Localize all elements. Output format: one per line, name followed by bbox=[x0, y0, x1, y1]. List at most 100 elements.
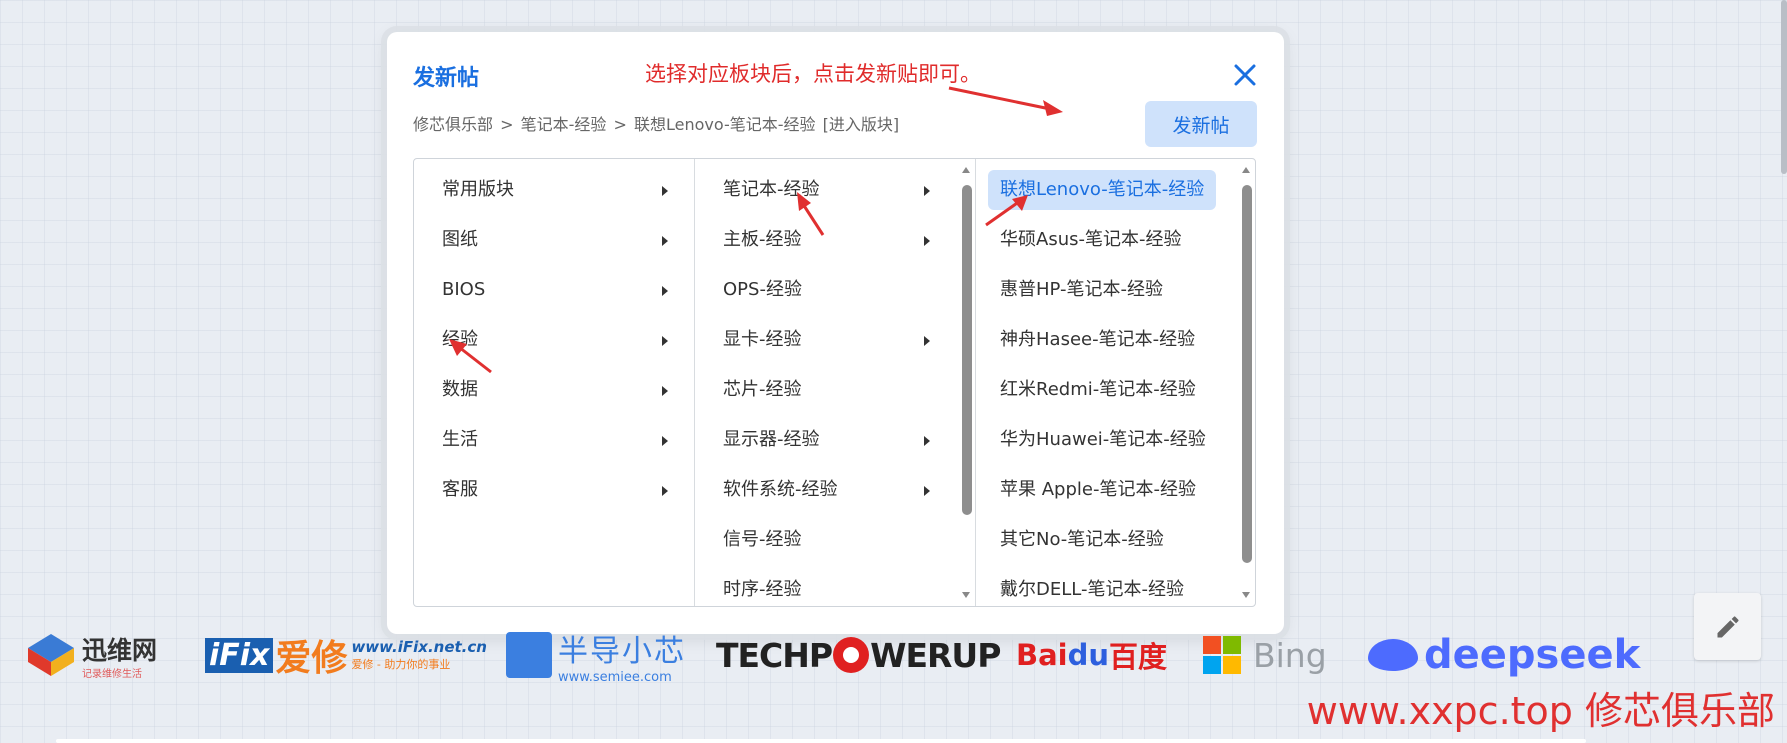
forum-item[interactable]: 苹果 Apple-笔记本-经验 bbox=[976, 465, 1255, 515]
breadcrumb-item-notebook[interactable]: 笔记本-经验 bbox=[521, 115, 607, 134]
instruction-tip: 选择对应板块后，点击发新贴即可。 bbox=[645, 62, 981, 86]
forum-item[interactable]: 戴尔DELL-笔记本-经验 bbox=[976, 565, 1255, 606]
semiee-name: 半导小芯 bbox=[558, 633, 686, 669]
power-icon bbox=[833, 637, 870, 673]
forum-item[interactable]: 红米Redmi-笔记本-经验 bbox=[976, 365, 1255, 415]
breadcrumb-item-club[interactable]: 修芯俱乐部 bbox=[413, 115, 493, 134]
bing-name: Bing bbox=[1253, 635, 1327, 675]
category-item[interactable]: BIOS bbox=[414, 265, 694, 315]
pencil-icon bbox=[1717, 615, 1739, 637]
chevron-right-icon bbox=[662, 186, 668, 196]
xunwei-emblem-icon bbox=[28, 634, 74, 676]
forum-list: 联想Lenovo-笔记本-经验华硕Asus-笔记本-经验 惠普HP-笔记本-经验神… bbox=[976, 159, 1255, 606]
item-label: 时序-经验 bbox=[723, 579, 802, 600]
category-item[interactable]: 生活 bbox=[414, 415, 694, 465]
microsoft-squares-icon bbox=[1203, 636, 1241, 674]
item-label: 惠普HP-笔记本-经验 bbox=[1000, 279, 1163, 300]
item-label: 主板-经验 bbox=[723, 229, 802, 250]
site-watermark: www.xxpc.top 修芯俱乐部 bbox=[1306, 689, 1775, 733]
breadcrumb-separator: > bbox=[613, 115, 627, 134]
item-label: 戴尔DELL-笔记本-经验 bbox=[1000, 579, 1184, 600]
page-scrollbar-thumb[interactable] bbox=[1781, 0, 1787, 174]
ifix-logo[interactable]: iFix 爱修 www.iFix.net.cn 爱修 - 助力你的事业 bbox=[205, 620, 487, 690]
chevron-right-icon bbox=[662, 336, 668, 346]
chevron-right-icon bbox=[662, 486, 668, 496]
ifix-slogan: 爱修 - 助力你的事业 bbox=[351, 658, 451, 671]
category-item[interactable]: 图纸 bbox=[414, 215, 694, 265]
item-label: 生活 bbox=[442, 429, 478, 450]
bottom-bar bbox=[56, 739, 1586, 743]
subcategory-item[interactable]: 芯片-经验 bbox=[695, 365, 975, 415]
scrollbar-thumb[interactable] bbox=[1242, 185, 1252, 563]
deepseek-name: deepseek bbox=[1424, 632, 1641, 678]
item-label: 图纸 bbox=[442, 229, 478, 250]
item-label: 客服 bbox=[442, 479, 478, 500]
item-label: 数据 bbox=[442, 379, 478, 400]
item-label: 其它No-笔记本-经验 bbox=[1000, 529, 1164, 550]
forum-item[interactable]: 惠普HP-笔记本-经验 bbox=[976, 265, 1255, 315]
item-label: 神舟Hasee-笔记本-经验 bbox=[1000, 329, 1196, 350]
techpowerup-logo[interactable]: TECHP WERUP bbox=[716, 620, 1001, 690]
item-label: 华为Huawei-笔记本-经验 bbox=[1000, 429, 1206, 450]
subcategory-item[interactable]: 信号-经验 bbox=[695, 515, 975, 565]
forum-item[interactable]: 神舟Hasee-笔记本-经验 bbox=[976, 315, 1255, 365]
item-label: 常用版块 bbox=[442, 179, 514, 200]
item-label: 显示器-经验 bbox=[723, 429, 820, 450]
chevron-right-icon bbox=[924, 336, 930, 346]
edit-button[interactable] bbox=[1694, 593, 1761, 660]
close-icon bbox=[1234, 64, 1256, 86]
forum-item[interactable]: 华为Huawei-笔记本-经验 bbox=[976, 415, 1255, 465]
close-button[interactable] bbox=[1230, 60, 1260, 90]
forum-item[interactable]: 联想Lenovo-笔记本-经验 bbox=[976, 165, 1255, 215]
ifix-box: iFix bbox=[205, 637, 274, 673]
scroll-down-arrow-icon[interactable] bbox=[1242, 592, 1250, 598]
post-new-thread-button[interactable]: 发新帖 bbox=[1145, 101, 1257, 147]
subcategory-item[interactable]: 显卡-经验 bbox=[695, 315, 975, 365]
category-item[interactable]: 客服 bbox=[414, 465, 694, 515]
subcategory-item[interactable]: 时序-经验 bbox=[695, 565, 975, 606]
dialog-title: 发新帖 bbox=[413, 66, 480, 91]
whale-icon bbox=[1368, 639, 1418, 671]
breadcrumb-item-lenovo[interactable]: 联想Lenovo-笔记本-经验 bbox=[634, 115, 816, 134]
subcategory-scrollbar[interactable] bbox=[959, 159, 973, 606]
chevron-right-icon bbox=[662, 436, 668, 446]
item-label: 芯片-经验 bbox=[723, 379, 802, 400]
chevron-right-icon bbox=[662, 286, 668, 296]
forum-scrollbar[interactable] bbox=[1239, 159, 1253, 606]
subcategory-item[interactable]: 显示器-经验 bbox=[695, 415, 975, 465]
semiee-emblem-icon bbox=[506, 632, 552, 678]
subcategory-item[interactable]: 主板-经验 bbox=[695, 215, 975, 265]
subcategory-item[interactable]: 软件系统-经验 bbox=[695, 465, 975, 515]
subcategory-column: 笔记本-经验 主板-经验 OPS-经验显卡-经验芯片-经验显示器-经验软件系统-经验… bbox=[695, 159, 976, 606]
xunwei-logo[interactable]: 迅维网 记录维修生活 bbox=[26, 620, 157, 690]
item-label: BIOS bbox=[442, 279, 486, 300]
enter-forum-link[interactable]: [进入版块] bbox=[823, 115, 900, 134]
scroll-up-arrow-icon[interactable] bbox=[1242, 167, 1250, 173]
baidu-logo[interactable]: Bai du 百度 bbox=[1016, 620, 1167, 690]
semiee-logo[interactable]: 半导小芯 www.semiee.com bbox=[506, 620, 686, 690]
scroll-down-arrow-icon[interactable] bbox=[962, 592, 970, 598]
subcategory-item[interactable]: 笔记本-经验 bbox=[695, 165, 975, 215]
item-label: 华硕Asus-笔记本-经验 bbox=[1000, 229, 1182, 250]
scrollbar-thumb[interactable] bbox=[962, 185, 972, 515]
subcategory-item[interactable]: OPS-经验 bbox=[695, 265, 975, 315]
baidu-bai: Bai bbox=[1016, 638, 1068, 672]
category-item[interactable]: 常用版块 bbox=[414, 165, 694, 215]
techpowerup-right: WERUP bbox=[870, 635, 1001, 675]
category-item[interactable]: 经验 bbox=[414, 315, 694, 365]
item-label: 苹果 Apple-笔记本-经验 bbox=[1000, 479, 1196, 500]
item-label: 笔记本-经验 bbox=[723, 179, 820, 200]
forum-item[interactable]: 华硕Asus-笔记本-经验 bbox=[976, 215, 1255, 265]
baidu-cn: 百度 bbox=[1109, 640, 1168, 674]
scroll-up-arrow-icon[interactable] bbox=[962, 167, 970, 173]
baidu-paw: du bbox=[1067, 638, 1110, 672]
semiee-url: www.semiee.com bbox=[558, 669, 672, 685]
forum-item[interactable]: 其它No-笔记本-经验 bbox=[976, 515, 1255, 565]
category-item[interactable]: 数据 bbox=[414, 365, 694, 415]
chevron-right-icon bbox=[924, 186, 930, 196]
item-label: 红米Redmi-笔记本-经验 bbox=[1000, 379, 1196, 400]
chevron-right-icon bbox=[924, 486, 930, 496]
subcategory-list: 笔记本-经验 主板-经验 OPS-经验显卡-经验芯片-经验显示器-经验软件系统-经验… bbox=[695, 159, 975, 606]
item-label: OPS-经验 bbox=[723, 279, 802, 300]
chevron-right-icon bbox=[662, 236, 668, 246]
